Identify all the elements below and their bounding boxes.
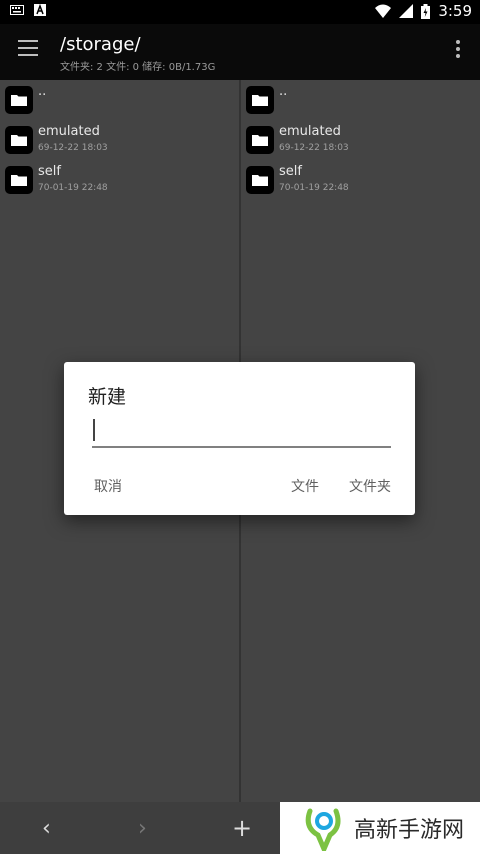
item-date: 70-01-19 22:48 (279, 183, 349, 193)
keyboard-icon (10, 5, 24, 15)
folder-icon (5, 86, 33, 114)
status-time: 3:59 (438, 2, 472, 20)
watermark-text: 高新手游网 (354, 818, 465, 843)
wifi-icon (375, 4, 392, 18)
folder-icon (5, 166, 33, 194)
watermark-logo-icon (305, 808, 341, 851)
status-bar: 3:59 (0, 0, 480, 24)
list-item-emulated[interactable]: emulated 69-12-22 18:03 (241, 120, 480, 160)
page-title: /storage/ (60, 34, 141, 55)
folder-icon (246, 126, 274, 154)
list-item-self[interactable]: self 70-01-19 22:48 (0, 160, 239, 200)
dialog-title: 新建 (88, 386, 127, 408)
battery-icon (421, 3, 431, 19)
app-bar: /storage/ 文件夹: 2 文件: 0 储存: 0B/1.73G (0, 24, 480, 80)
list-item-parent[interactable]: .. (0, 80, 239, 120)
watermark: 高新手游网 (280, 802, 480, 854)
create-folder-button[interactable]: 文件夹 (349, 476, 391, 496)
item-date: 70-01-19 22:48 (38, 183, 108, 193)
signal-icon (399, 4, 414, 18)
new-item-dialog: 新建 取消 文件 文件夹 (64, 362, 415, 515)
item-date: 69-12-22 18:03 (38, 143, 108, 153)
folder-icon (5, 126, 33, 154)
forward-button[interactable]: › (138, 816, 147, 841)
cancel-button[interactable]: 取消 (94, 476, 122, 496)
item-name: emulated (38, 124, 100, 139)
menu-icon[interactable] (18, 40, 38, 58)
item-name: emulated (279, 124, 341, 139)
item-date: 69-12-22 18:03 (279, 143, 349, 153)
item-name: .. (38, 84, 47, 99)
storage-summary: 文件夹: 2 文件: 0 储存: 0B/1.73G (60, 62, 216, 73)
a-badge-icon (34, 4, 46, 16)
list-item-parent[interactable]: .. (241, 80, 480, 120)
name-input[interactable] (92, 418, 391, 448)
more-options-icon[interactable] (456, 40, 460, 61)
folder-icon (246, 166, 274, 194)
list-item-self[interactable]: self 70-01-19 22:48 (241, 160, 480, 200)
list-item-emulated[interactable]: emulated 69-12-22 18:03 (0, 120, 239, 160)
back-button[interactable]: ‹ (42, 816, 51, 841)
item-name: self (279, 164, 302, 179)
add-button[interactable]: + (232, 814, 252, 842)
text-caret (93, 419, 95, 441)
create-file-button[interactable]: 文件 (291, 476, 319, 496)
folder-icon (246, 86, 274, 114)
item-name: .. (279, 84, 288, 99)
item-name: self (38, 164, 61, 179)
